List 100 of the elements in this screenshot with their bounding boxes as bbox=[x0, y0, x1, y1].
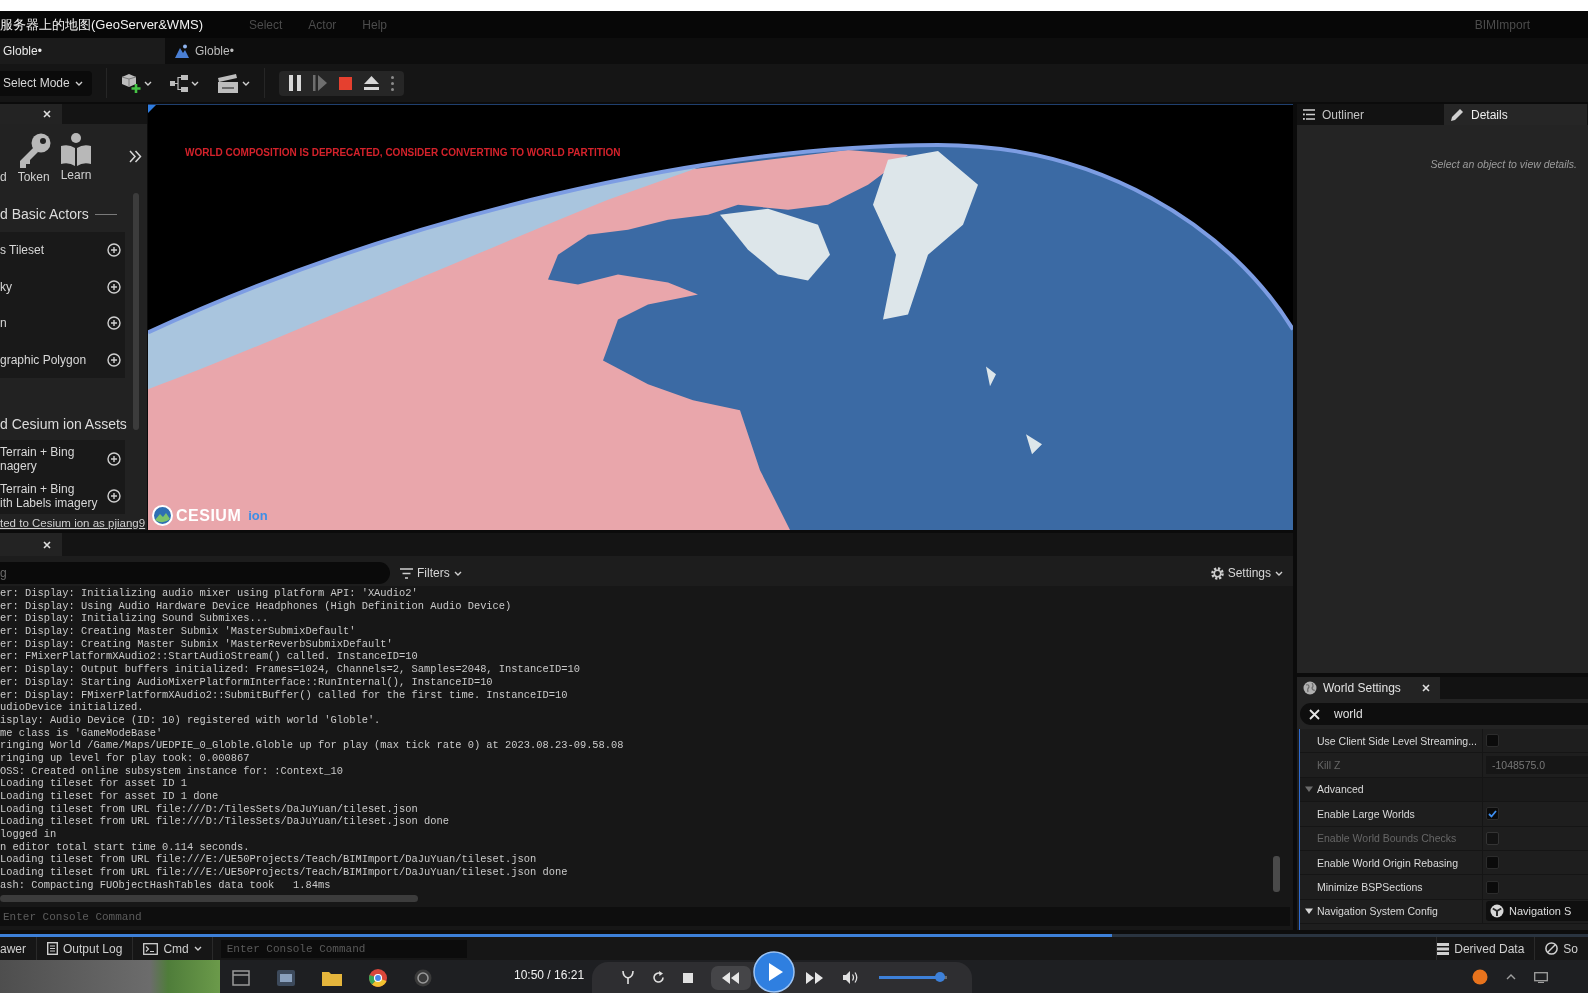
add-circle-icon[interactable] bbox=[107, 243, 121, 258]
actor-name[interactable]: Terrain + Bing ith Labels imagery bbox=[0, 481, 98, 510]
list-icon bbox=[1303, 109, 1315, 120]
caret-icon bbox=[193, 946, 202, 951]
log-line: isplay: Audio Device (ID: 10) registered with world 'Globle'. bbox=[0, 713, 382, 727]
scrollbar[interactable] bbox=[1273, 856, 1280, 892]
quick-action-button[interactable]: d bbox=[0, 133, 7, 184]
log-line: er: Display: Creating Master Submix 'MasterSubmixDefault' bbox=[0, 625, 357, 638]
logo-suffix: ion bbox=[248, 508, 268, 523]
fork-icon[interactable] bbox=[622, 971, 635, 984]
clear-icon[interactable] bbox=[1309, 708, 1320, 720]
checkmark-icon bbox=[1488, 809, 1497, 818]
close-icon[interactable] bbox=[43, 540, 51, 549]
document-tab[interactable]: Globle• bbox=[165, 38, 330, 64]
add-circle-icon[interactable] bbox=[107, 352, 121, 367]
folder-icon[interactable] bbox=[322, 970, 342, 986]
console-command-field[interactable]: Enter Console Command bbox=[220, 939, 467, 958]
filters-dropdown[interactable]: Filters bbox=[400, 566, 462, 580]
property-label: Advanced bbox=[1317, 783, 1364, 796]
console-command-field[interactable]: Enter Console Command bbox=[0, 907, 1290, 926]
play-icon[interactable] bbox=[753, 950, 796, 993]
log-line: udioDevice initialized. bbox=[0, 701, 145, 714]
node-graph-icon bbox=[170, 74, 188, 92]
add-circle-icon[interactable] bbox=[107, 279, 121, 294]
scrollbar[interactable] bbox=[0, 895, 418, 902]
add-circle-icon[interactable] bbox=[107, 451, 121, 466]
panel-tab[interactable] bbox=[0, 104, 62, 124]
expand-arrow-icon[interactable] bbox=[1305, 907, 1313, 916]
actor-name[interactable]: s Tileset bbox=[0, 243, 44, 258]
close-icon[interactable] bbox=[43, 110, 51, 118]
scrollbar[interactable] bbox=[133, 193, 139, 430]
add-circle-icon[interactable] bbox=[107, 488, 121, 503]
log-line: me class is 'GameModeBase' bbox=[0, 726, 164, 740]
caret-icon bbox=[242, 80, 250, 86]
log-line: ringing up level for play took: 0.000867 bbox=[0, 751, 251, 765]
asset-picker[interactable]: Navigation S bbox=[1486, 901, 1588, 922]
panel-tab[interactable]: Details bbox=[1444, 104, 1587, 125]
document-tab[interactable]: Globle• bbox=[0, 38, 165, 64]
caret-icon bbox=[453, 570, 462, 576]
document-icon bbox=[47, 942, 58, 955]
log-line: Loading tileset from URL file:///E:/UE50Projects/Teach/BIMImport/DaJuYuan/tileset.json done bbox=[0, 866, 569, 879]
connection-link[interactable]: ted to Cesium ion as pjiang9 bbox=[0, 516, 147, 530]
app-tile-icon[interactable] bbox=[277, 970, 295, 986]
caret-icon bbox=[1275, 570, 1283, 576]
eject-icon[interactable] bbox=[364, 76, 379, 90]
tricolor-circle-icon[interactable] bbox=[369, 969, 387, 987]
property-label: Enable World Bounds Checks bbox=[1317, 832, 1457, 845]
log-line: ringing World /Game/Maps/UEDPIE_0_Globle.Globle up for play (max tick rate 0) at 2023.08.23-09.58.08 bbox=[0, 739, 625, 752]
stop-icon[interactable] bbox=[683, 972, 694, 983]
actor-name[interactable]: Terrain + Bing nagery bbox=[0, 444, 75, 473]
add-actor-dropdown[interactable] bbox=[121, 73, 152, 93]
cinematics-dropdown[interactable] bbox=[217, 73, 250, 93]
step-forward-icon[interactable] bbox=[313, 75, 327, 91]
log-search-field[interactable]: g bbox=[0, 562, 390, 584]
video-seek-bar[interactable] bbox=[0, 934, 1588, 937]
dot-icon[interactable] bbox=[1472, 969, 1488, 985]
quick-action-button[interactable]: Learn bbox=[60, 133, 92, 182]
log-line: er: Display: Using Audio Hardware Device Headphones (High Definition Audio Device) bbox=[0, 599, 513, 613]
log-line: er: Display: Creating Master Submix 'MasterReverbSubmixDefault' bbox=[0, 637, 394, 651]
caret-icon bbox=[74, 80, 83, 86]
checkbox[interactable] bbox=[1486, 734, 1499, 748]
add-circle-icon[interactable] bbox=[107, 316, 121, 331]
details-search-field[interactable]: world bbox=[1300, 703, 1588, 725]
person-book-icon bbox=[61, 133, 92, 166]
log-line: Loading tileset from URL file:///E:/UE50Projects/Teach/BIMImport/DaJuYuan/tileset.json bbox=[0, 853, 538, 867]
monitor-icon[interactable] bbox=[1534, 971, 1548, 983]
corner-marker-icon bbox=[148, 105, 156, 113]
property-label: Enable World Origin Rebasing bbox=[1317, 856, 1459, 869]
ring-icon[interactable] bbox=[414, 969, 432, 987]
more-options-icon[interactable] bbox=[391, 75, 394, 91]
pause-icon[interactable] bbox=[289, 75, 301, 91]
emblem-icon bbox=[1490, 904, 1504, 919]
double-chevron-icon[interactable] bbox=[129, 150, 142, 163]
stack-icon bbox=[1437, 942, 1450, 955]
select-mode-dropdown[interactable]: Select Mode bbox=[0, 70, 92, 96]
speaker-icon[interactable] bbox=[843, 971, 860, 984]
slider-thumb[interactable] bbox=[935, 972, 946, 982]
viewport[interactable]: WORLD COMPOSITION IS DEPRECATED, CONSIDER CONVERTING TO WORLD PARTITION CESIUM ion bbox=[148, 104, 1293, 530]
actor-name[interactable]: n bbox=[0, 316, 7, 331]
log-line: er: Display: Initializing Sound Submixes... bbox=[0, 612, 270, 626]
settings-dropdown[interactable]: Settings bbox=[1210, 566, 1283, 580]
checkbox[interactable] bbox=[1486, 807, 1499, 821]
actor-name[interactable]: graphic Polygon bbox=[0, 352, 87, 367]
actor-name[interactable]: ky bbox=[0, 279, 12, 294]
panel-tab[interactable]: World Settings bbox=[1297, 677, 1440, 699]
log-line: er: Display: Starting AudioMixerPlatformInterface::RunInternal(), InstanceID=10 bbox=[0, 675, 494, 689]
logo-text: CESIUM bbox=[176, 506, 242, 525]
blocked-icon bbox=[1545, 942, 1559, 955]
quick-action-button[interactable]: Token bbox=[16, 133, 51, 184]
rewind-icon[interactable] bbox=[711, 965, 752, 990]
close-icon[interactable] bbox=[1422, 684, 1430, 692]
refresh-icon[interactable] bbox=[652, 971, 666, 984]
checkbox[interactable] bbox=[1486, 856, 1499, 870]
checkbox[interactable] bbox=[1486, 880, 1499, 894]
window-icon[interactable] bbox=[232, 970, 250, 986]
section-heading: d Cesium ion Assets bbox=[0, 416, 127, 432]
log-line: logged in bbox=[0, 828, 58, 841]
playback-time: 10:50 / 16:21 bbox=[514, 968, 585, 982]
blueprint-dropdown[interactable] bbox=[170, 74, 199, 92]
chevron-up-icon[interactable] bbox=[1506, 974, 1516, 980]
